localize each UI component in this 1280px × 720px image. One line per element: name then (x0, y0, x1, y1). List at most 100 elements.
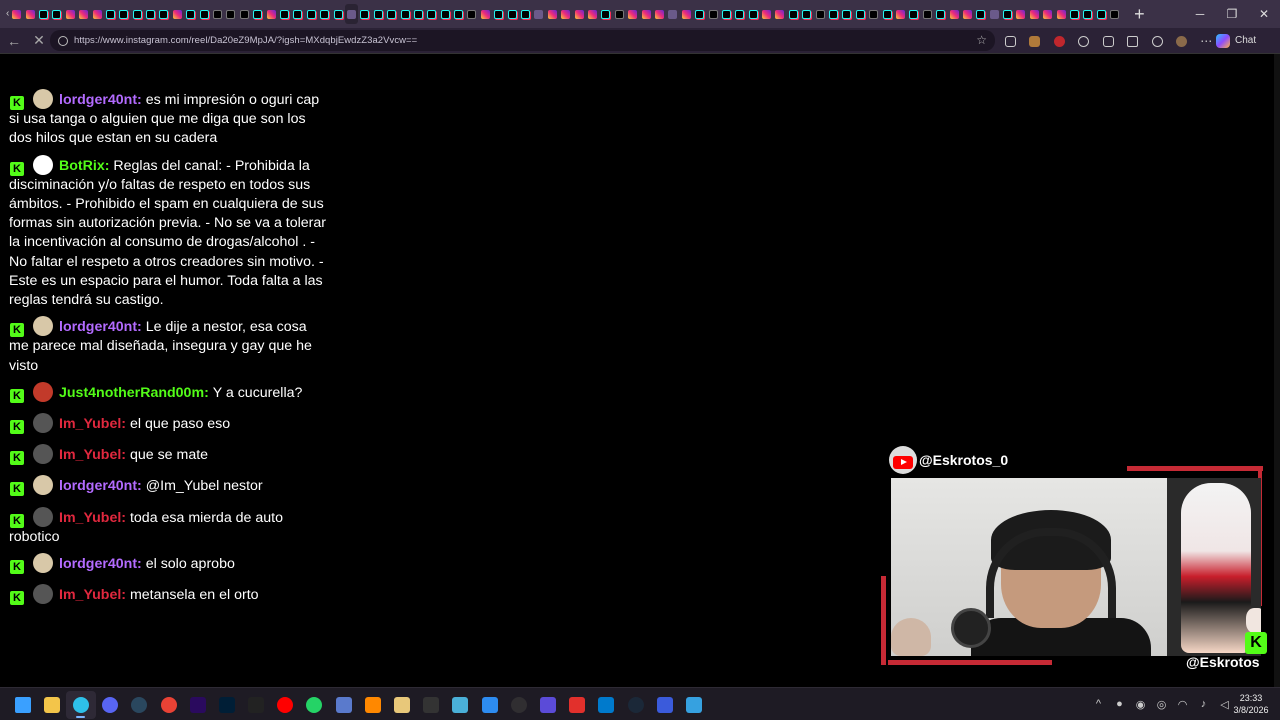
browser-tab[interactable] (104, 4, 117, 24)
browser-tab[interactable] (599, 4, 612, 24)
browser-tab[interactable] (1041, 4, 1054, 24)
taskbar-steam-button[interactable] (125, 691, 154, 719)
browser-tab[interactable] (171, 4, 184, 24)
browser-tab[interactable] (425, 4, 438, 24)
browser-tab[interactable] (398, 4, 411, 24)
url-text[interactable]: https://www.instagram.com/reel/Da20eZ9Mp… (74, 35, 417, 46)
taskbar-vlc-button[interactable] (358, 691, 387, 719)
browser-tab[interactable] (706, 4, 719, 24)
browser-tab[interactable] (184, 4, 197, 24)
browser-tab[interactable] (37, 4, 50, 24)
browser-tab[interactable] (331, 4, 344, 24)
discord-tray-icon[interactable]: ◉ (1130, 694, 1151, 714)
taskbar-notes-button[interactable] (475, 691, 504, 719)
taskbar-app-button[interactable] (329, 691, 358, 719)
steam-tray-icon[interactable]: ◎ (1151, 694, 1172, 714)
browser-tab[interactable] (653, 4, 666, 24)
taskbar-whatsapp-button[interactable] (300, 691, 329, 719)
taskbar-ch-button[interactable] (417, 691, 446, 719)
browser-tab[interactable] (385, 4, 398, 24)
browser-tab[interactable] (1081, 4, 1094, 24)
taskbar-azure-button[interactable] (679, 691, 708, 719)
browser-tab[interactable] (224, 4, 237, 24)
browser-tab[interactable] (358, 4, 371, 24)
browser-tab[interactable] (452, 4, 465, 24)
adblock-icon[interactable] (1047, 30, 1072, 52)
browser-tab[interactable] (760, 4, 773, 24)
split-screen-icon[interactable] (998, 30, 1023, 52)
taskbar-vscode-button[interactable] (592, 691, 621, 719)
browser-tab[interactable] (921, 4, 934, 24)
site-info-icon[interactable] (58, 35, 68, 46)
browser-tab[interactable] (613, 4, 626, 24)
browser-tab[interactable] (559, 4, 572, 24)
browser-tab[interactable] (1028, 4, 1041, 24)
browser-tab[interactable] (572, 4, 585, 24)
browser-tab[interactable] (880, 4, 893, 24)
favorites-icon[interactable] (1121, 30, 1146, 52)
taskbar-youtube-button[interactable] (271, 691, 300, 719)
browser-tab[interactable] (988, 4, 1001, 24)
taskbar-clock[interactable]: 23:33 3/8/2026 (1228, 692, 1274, 716)
taskbar-app2-button[interactable] (650, 691, 679, 719)
browser-tab[interactable] (947, 4, 960, 24)
browser-tab[interactable] (733, 4, 746, 24)
browser-tab[interactable] (546, 4, 559, 24)
back-arrow-icon[interactable]: ← (3, 30, 25, 52)
browser-tab[interactable] (907, 4, 920, 24)
taskbar-steam2-button[interactable] (621, 691, 650, 719)
taskbar-discord-button[interactable] (96, 691, 125, 719)
extensions-puzzle-icon[interactable] (1096, 30, 1121, 52)
browser-tab[interactable] (800, 4, 813, 24)
browser-tab[interactable] (1108, 4, 1121, 24)
browser-tab[interactable] (23, 4, 36, 24)
browser-tab[interactable] (1095, 4, 1108, 24)
browser-tab[interactable] (50, 4, 63, 24)
taskbar-acrobat-button[interactable] (563, 691, 592, 719)
browser-tab[interactable] (492, 4, 505, 24)
copilot-chat-button[interactable]: Chat (1216, 31, 1256, 50)
browser-tab[interactable] (157, 4, 170, 24)
browser-tab[interactable] (720, 4, 733, 24)
browser-tab[interactable] (77, 4, 90, 24)
favorite-star-icon[interactable]: ☆ (976, 33, 987, 47)
taskbar-capcut-button[interactable] (242, 691, 271, 719)
browser-essentials-icon[interactable] (1145, 30, 1170, 52)
tab-scroll-left-icon[interactable]: ‹ (6, 8, 9, 19)
microphone-tray-icon[interactable]: ♪ (1193, 694, 1214, 714)
taskbar-chip-button[interactable] (533, 691, 562, 719)
browser-tab[interactable] (479, 4, 492, 24)
taskbar-premiere-button[interactable] (183, 691, 212, 719)
browser-tab[interactable] (372, 4, 385, 24)
browser-tab[interactable] (211, 4, 224, 24)
chrome-tray-icon[interactable]: ● (1109, 694, 1130, 714)
browser-tab[interactable] (1014, 4, 1027, 24)
taskbar-chrome-button[interactable] (154, 691, 183, 719)
browser-tab[interactable] (693, 4, 706, 24)
taskbar-image-button[interactable] (446, 691, 475, 719)
browser-tab[interactable] (867, 4, 880, 24)
browser-tab[interactable] (278, 4, 291, 24)
browser-tab[interactable] (238, 4, 251, 24)
browser-tab[interactable] (131, 4, 144, 24)
browser-tab[interactable] (961, 4, 974, 24)
browser-tab[interactable] (626, 4, 639, 24)
browser-tab[interactable] (934, 4, 947, 24)
browser-tab[interactable] (532, 4, 545, 24)
taskbar-explorer-button[interactable] (37, 691, 66, 719)
browser-tab[interactable] (264, 4, 277, 24)
browser-tab[interactable] (344, 4, 359, 24)
browser-tab[interactable] (840, 4, 853, 24)
browser-tab[interactable] (746, 4, 759, 24)
browser-tab[interactable] (827, 4, 840, 24)
browser-tab[interactable] (64, 4, 77, 24)
new-tab-button[interactable]: + (1129, 4, 1149, 25)
browser-tab[interactable] (1054, 4, 1067, 24)
show-hidden-icons-icon[interactable]: ^ (1088, 694, 1109, 714)
taskbar-box-button[interactable] (387, 691, 416, 719)
browser-tab[interactable] (787, 4, 800, 24)
taskbar-obs-button[interactable] (504, 691, 533, 719)
extension-bag-icon[interactable] (1023, 30, 1048, 52)
browser-tab[interactable] (117, 4, 130, 24)
browser-tab[interactable] (291, 4, 304, 24)
